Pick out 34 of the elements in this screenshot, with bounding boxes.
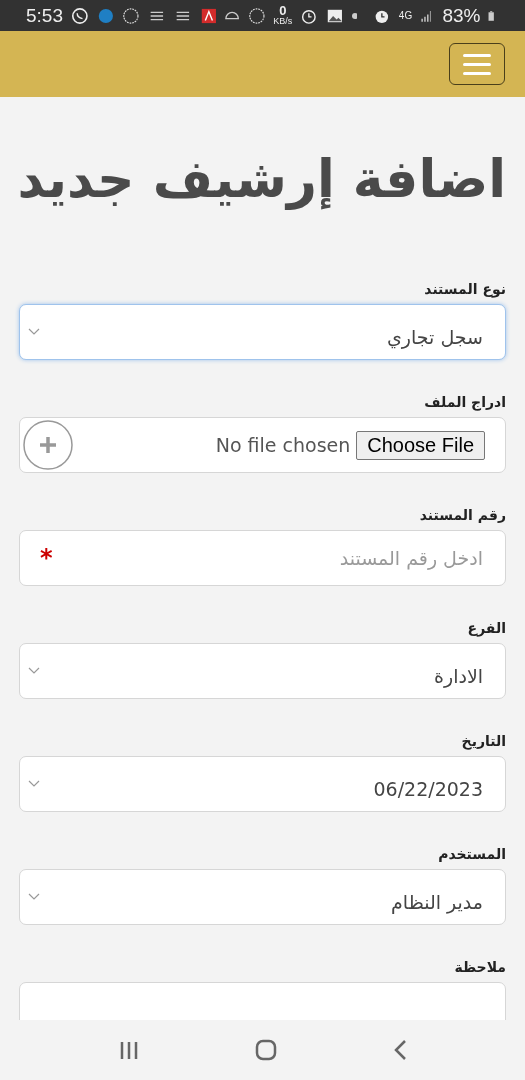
network-type: 4G [398,10,413,21]
field-label: رقم المستند [419,507,506,523]
network-speed: 0 [279,5,287,17]
field-label: ادراج الملف [424,394,506,410]
dropdown-value: سجل تجاري [387,325,483,348]
dropdown-field[interactable]: 06/22/2023 [19,756,506,812]
choose-file-button[interactable]: Choose File [356,430,485,460]
home-icon[interactable] [254,1039,277,1061]
page-title: اضافة إرشيف جديد [17,149,506,209]
speed-unit: KB/s [273,17,293,26]
field-label: ملاحظة [454,959,506,975]
chevron-down-icon [28,667,40,675]
dropdown-field[interactable]: مدير النظام [19,869,506,925]
clock: 5:53 [26,4,63,27]
chat-icon [71,5,89,26]
file-status: No file chosen [215,434,351,456]
battery-level: 83% [442,4,481,27]
field-label: التاريخ [461,733,506,749]
text-field[interactable]: ادخل رقم المستند * [19,530,506,586]
chevron-down-icon [28,328,40,336]
dropdown-field[interactable]: سجل تجاري [19,304,506,360]
dropdown-value: 06/22/2023 [373,777,483,800]
required-mark: * [40,544,53,572]
dropdown-field[interactable]: الادارة [19,643,506,699]
field-label: الفرع [467,620,506,636]
menu-button[interactable] [449,43,505,85]
dropdown-value: مدير النظام [391,890,483,913]
placeholder: ادخل رقم المستند [339,547,483,569]
add-icon[interactable] [22,419,74,471]
chevron-down-icon [28,893,40,901]
field-label: نوع المستند [424,281,506,297]
dropdown-value: الادارة [434,664,483,687]
field-label: المستخدم [438,846,506,862]
chevron-down-icon [28,780,40,788]
